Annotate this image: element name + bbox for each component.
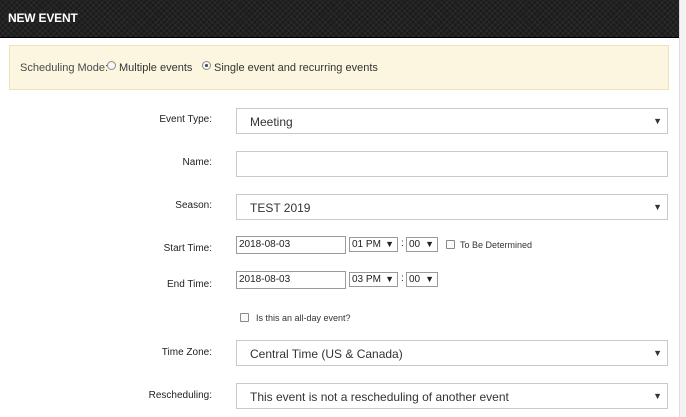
end-minute-value: 00 xyxy=(409,274,421,285)
radio-multiple-events-label[interactable]: Multiple events xyxy=(119,62,192,74)
tbd-checkbox[interactable] xyxy=(446,240,455,249)
chevron-down-icon: ▼ xyxy=(653,348,662,358)
end-hour-value: 03 PM xyxy=(352,274,381,285)
radio-single-event[interactable] xyxy=(202,61,211,70)
all-day-checkbox[interactable] xyxy=(240,313,249,322)
start-minute-select[interactable]: 00 ▼ xyxy=(406,237,438,252)
chevron-down-icon: ▼ xyxy=(425,274,434,284)
chevron-down-icon: ▼ xyxy=(653,391,662,401)
start-hour-select[interactable]: 01 PM ▼ xyxy=(349,237,398,252)
scheduling-mode-bar: Scheduling Mode: Multiple events Single … xyxy=(9,45,669,90)
name-label: Name: xyxy=(182,157,212,168)
all-day-label[interactable]: Is this an all-day event? xyxy=(256,313,351,323)
end-date-input[interactable]: 2018-08-03 xyxy=(236,271,346,289)
end-minute-select[interactable]: 00 ▼ xyxy=(406,272,438,287)
tbd-label[interactable]: To Be Determined xyxy=(460,240,532,250)
scrollbar[interactable] xyxy=(679,0,686,417)
time-separator: : xyxy=(401,273,404,284)
season-label: Season: xyxy=(175,200,212,211)
start-hour-value: 01 PM xyxy=(352,239,381,250)
event-type-label: Event Type: xyxy=(159,114,212,125)
chevron-down-icon: ▼ xyxy=(385,274,394,284)
event-type-value: Meeting xyxy=(250,115,293,129)
radio-multiple-events[interactable] xyxy=(107,61,116,70)
end-date-value: 2018-08-03 xyxy=(239,274,291,285)
event-type-select[interactable]: Meeting ▼ xyxy=(236,108,668,134)
name-input[interactable] xyxy=(236,151,668,177)
season-select[interactable]: TEST 2019 ▼ xyxy=(236,194,668,220)
end-hour-select[interactable]: 03 PM ▼ xyxy=(349,272,398,287)
chevron-down-icon: ▼ xyxy=(653,202,662,212)
chevron-down-icon: ▼ xyxy=(425,239,434,249)
page-header: NEW EVENT xyxy=(0,0,679,38)
radio-single-event-label[interactable]: Single event and recurring events xyxy=(214,62,378,74)
chevron-down-icon: ▼ xyxy=(653,116,662,126)
rescheduling-label: Rescheduling: xyxy=(148,390,212,401)
chevron-down-icon: ▼ xyxy=(385,239,394,249)
rescheduling-select[interactable]: This event is not a rescheduling of anot… xyxy=(236,383,668,409)
time-zone-label: Time Zone: xyxy=(161,347,212,358)
season-value: TEST 2019 xyxy=(250,201,311,215)
start-date-value: 2018-08-03 xyxy=(239,239,291,250)
scheduling-mode-label: Scheduling Mode: xyxy=(20,62,109,74)
time-zone-value: Central Time (US & Canada) xyxy=(250,347,403,361)
start-date-input[interactable]: 2018-08-03 xyxy=(236,236,346,254)
end-time-label: End Time: xyxy=(166,279,212,290)
time-separator: : xyxy=(401,238,404,249)
rescheduling-value: This event is not a rescheduling of anot… xyxy=(250,390,509,404)
page-title: NEW EVENT xyxy=(8,11,78,25)
start-minute-value: 00 xyxy=(409,239,421,250)
start-time-label: Start Time: xyxy=(163,243,212,254)
time-zone-select[interactable]: Central Time (US & Canada) ▼ xyxy=(236,340,668,366)
